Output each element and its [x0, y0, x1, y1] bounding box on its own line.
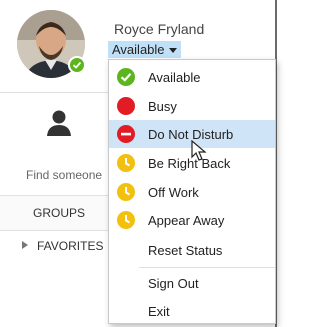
busy-icon	[117, 97, 135, 115]
menu-item-reset-status[interactable]: Reset Status	[109, 236, 275, 264]
menu-item-busy[interactable]: Busy	[109, 92, 275, 120]
menu-item-sign-out[interactable]: Sign Out	[109, 269, 275, 297]
clock-icon	[117, 154, 135, 172]
skype-main-window: Royce Fryland Available Find someone GRO…	[0, 0, 277, 327]
chevron-down-icon	[168, 48, 177, 54]
presence-available-icon	[68, 56, 86, 74]
clock-icon	[117, 211, 135, 229]
search-input[interactable]: Find someone	[26, 168, 102, 182]
menu-item-label: Off Work	[148, 185, 199, 200]
groups-label: GROUPS	[33, 206, 86, 220]
menu-item-available[interactable]: Available	[109, 63, 275, 91]
menu-item-label: Sign Out	[148, 276, 199, 291]
contacts-tab[interactable]	[44, 109, 74, 142]
menu-item-label: Appear Away	[148, 213, 225, 228]
person-icon	[47, 110, 71, 136]
available-icon	[117, 68, 135, 86]
menu-item-exit[interactable]: Exit	[109, 297, 275, 325]
user-name: Royce Fryland	[114, 21, 205, 37]
clock-icon	[117, 183, 135, 201]
menu-item-off-work[interactable]: Off Work	[109, 178, 275, 206]
menu-item-label: Exit	[148, 304, 170, 319]
status-dropdown-button[interactable]: Available	[108, 41, 181, 58]
favorites-label: FAVORITES	[37, 239, 104, 253]
mouse-cursor-icon	[191, 140, 207, 161]
menu-separator	[139, 267, 275, 268]
menu-item-appear-away[interactable]: Appear Away	[109, 206, 275, 234]
status-menu: Available Busy Do Not Disturb Be Right B…	[108, 59, 276, 324]
menu-item-label: Busy	[148, 99, 177, 114]
expand-arrow-icon[interactable]	[22, 241, 28, 249]
status-label: Available	[112, 42, 165, 57]
do-not-disturb-icon	[117, 125, 135, 143]
menu-item-label: Reset Status	[148, 243, 223, 258]
menu-item-label: Available	[148, 70, 201, 85]
